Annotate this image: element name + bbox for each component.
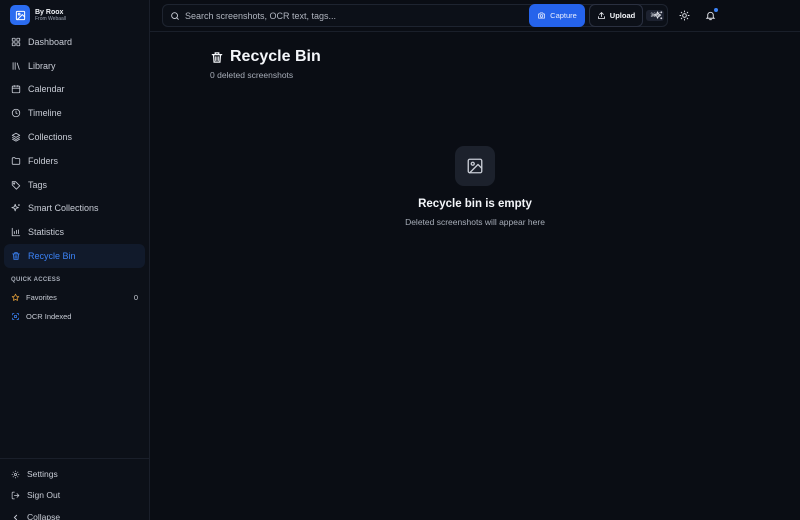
page-title-text: Recycle Bin [230, 48, 321, 65]
upload-button[interactable]: Upload [589, 4, 643, 27]
log-out-icon [11, 491, 20, 499]
calendar-icon [11, 85, 21, 94]
theme-toggle-button[interactable] [675, 6, 693, 24]
collapse-button[interactable]: Collapse [11, 512, 60, 520]
trash-icon [211, 51, 223, 63]
page-title: Recycle Bin [210, 48, 321, 66]
quick-access-heading: QUICK ACCESS [11, 277, 61, 283]
sidebar-item-label: Calendar [28, 84, 65, 95]
dashboard-icon [11, 37, 21, 47]
sparkles-icon [11, 204, 20, 212]
sidebar-item-calendar[interactable]: Calendar [4, 78, 145, 102]
sidebar-item-label: Statistics [28, 227, 65, 238]
brand[interactable]: By Roox From Webaall [10, 5, 66, 25]
capture-button[interactable]: Capture [529, 4, 585, 27]
sidebar-item-label: Tags [28, 179, 48, 190]
camera-icon [538, 12, 546, 19]
sidebar-nav: Dashboard Library Calendar Timeline Coll… [4, 30, 145, 268]
sidebar: By Roox From Webaall Dashboard Library C… [0, 0, 150, 520]
sidebar-item-collections[interactable]: Collections [4, 125, 145, 149]
upload-label: Upload [609, 11, 636, 20]
empty-state-title: Recycle bin is empty [418, 198, 532, 210]
chevron-left-icon [13, 514, 18, 520]
layers-icon [11, 132, 21, 142]
capture-label: Capture [550, 11, 577, 20]
settings-label: Settings [27, 469, 58, 479]
quick-access-label: OCR Indexed [26, 312, 72, 321]
sidebar-item-label: Recycle Bin [28, 251, 76, 262]
notification-dot [714, 8, 718, 12]
sidebar-item-tags[interactable]: Tags [4, 173, 145, 197]
notifications-button[interactable] [701, 6, 719, 24]
settings-button[interactable]: Settings [11, 469, 58, 479]
sidebar-item-dashboard[interactable]: Dashboard [4, 30, 145, 54]
ai-sparkles-button[interactable] [649, 6, 667, 24]
sidebar-item-label: Smart Collections [28, 203, 99, 214]
quick-access-label: Favorites [26, 293, 57, 302]
sidebar-item-library[interactable]: Library [4, 54, 145, 78]
sign-out-label: Sign Out [27, 490, 61, 500]
tag-icon [11, 180, 21, 190]
quick-access-ocr-indexed[interactable]: OCR Indexed [4, 307, 145, 326]
trash-icon [12, 252, 20, 260]
sparkles-icon [653, 10, 662, 19]
sidebar-item-statistics[interactable]: Statistics [4, 220, 145, 244]
bar-chart-icon [11, 228, 21, 237]
sidebar-item-timeline[interactable]: Timeline [4, 101, 145, 125]
search-icon [171, 11, 179, 20]
sidebar-item-folders[interactable]: Folders [4, 149, 145, 173]
clock-icon [11, 109, 21, 118]
sidebar-item-label: Folders [28, 155, 59, 166]
quick-access-favorites[interactable]: Favorites 0 [4, 288, 145, 307]
page-subtitle: 0 deleted screenshots [210, 70, 294, 80]
brand-subtitle: From Webaall [35, 15, 67, 22]
image-icon [467, 158, 483, 174]
brand-logo-icon [10, 5, 30, 25]
sidebar-item-recycle-bin[interactable]: Recycle Bin [4, 244, 145, 268]
top-header: ⌘K Capture Upload [150, 0, 800, 32]
star-icon [11, 293, 20, 301]
folder-icon [11, 157, 21, 165]
quick-access-list: Favorites 0 OCR Indexed [4, 288, 145, 326]
empty-state-icon [455, 146, 495, 186]
scan-icon [12, 313, 19, 320]
sidebar-item-label: Timeline [28, 108, 62, 119]
collapse-label: Collapse [27, 512, 61, 520]
library-icon [12, 61, 20, 70]
sun-icon [678, 9, 690, 21]
sign-out-button[interactable]: Sign Out [11, 490, 60, 500]
sidebar-item-label: Collections [28, 132, 73, 143]
gear-icon [11, 470, 20, 478]
sidebar-item-smart-collections[interactable]: Smart Collections [4, 197, 145, 221]
upload-icon [597, 12, 605, 19]
favorites-count: 0 [133, 293, 138, 302]
app-root: By Roox From Webaall Dashboard Library C… [0, 0, 800, 520]
empty-state-subtitle: Deleted screenshots will appear here [405, 217, 545, 227]
brand-name: By Roox [35, 8, 64, 16]
sidebar-footer: Settings Sign Out Collapse [0, 458, 150, 520]
sidebar-item-label: Library [28, 60, 56, 71]
sidebar-item-label: Dashboard [28, 36, 73, 47]
